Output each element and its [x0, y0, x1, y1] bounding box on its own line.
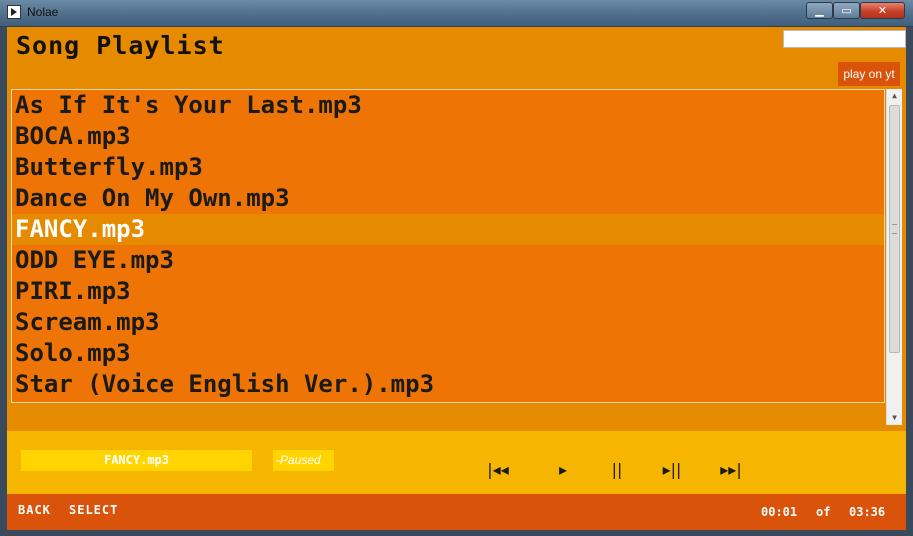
- footer-bar: BACK SELECT 00:01 of 03:36: [7, 494, 906, 530]
- search-input[interactable]: [783, 30, 906, 48]
- scroll-up-arrow-icon[interactable]: ▲: [887, 89, 902, 103]
- playlist-scrollbar[interactable]: ▲ ▼: [886, 89, 902, 425]
- playlist-item[interactable]: BOCA.mp3: [12, 121, 884, 152]
- player-bar: FANCY.mp3 -Paused |◂◂ ▸ || ▸|| ▸▸|: [7, 431, 906, 494]
- time-separator: of: [816, 505, 831, 519]
- select-button[interactable]: SELECT: [69, 503, 118, 517]
- playlist-listbox[interactable]: As If It's Your Last.mp3 BOCA.mp3 Butterfl…: [11, 89, 885, 403]
- playlist-item[interactable]: FANCY.mp3: [12, 214, 884, 245]
- next-track-button[interactable]: ▸▸|: [713, 459, 749, 481]
- minimize-button[interactable]: ▁: [806, 2, 833, 19]
- playlist-item[interactable]: As If It's Your Last.mp3: [12, 90, 884, 121]
- page-title: Song Playlist: [16, 31, 225, 60]
- now-playing-label: FANCY.mp3: [21, 450, 252, 471]
- playlist-item[interactable]: Solo.mp3: [12, 338, 884, 369]
- window-title: Nolae: [27, 5, 59, 19]
- playlist-item[interactable]: PIRI.mp3: [12, 276, 884, 307]
- play-pause-toggle-button[interactable]: ▸||: [657, 459, 687, 481]
- maximize-button[interactable]: ▭: [833, 2, 860, 19]
- total-time: 03:36: [849, 505, 886, 519]
- pause-button[interactable]: ||: [607, 459, 627, 481]
- play-on-yt-button[interactable]: play on yt: [838, 62, 900, 86]
- app-client-area: Song Playlist play on yt As If It's Your…: [7, 27, 906, 530]
- close-button[interactable]: ✕: [860, 2, 905, 19]
- scroll-down-arrow-icon[interactable]: ▼: [887, 411, 902, 425]
- app-icon: [7, 5, 21, 19]
- playlist-item[interactable]: ODD EYE.mp3: [12, 245, 884, 276]
- play-status-label: -Paused: [273, 450, 334, 471]
- playlist-item[interactable]: Star (Voice English Ver.).mp3: [12, 369, 884, 400]
- current-time: 00:01: [761, 505, 798, 519]
- back-button[interactable]: BACK: [18, 503, 51, 517]
- playlist-item[interactable]: Scream.mp3: [12, 307, 884, 338]
- playlist-area: As If It's Your Last.mp3 BOCA.mp3 Butterfl…: [11, 89, 902, 425]
- grip-icon: [892, 224, 897, 234]
- playlist-item[interactable]: Butterfly.mp3: [12, 152, 884, 183]
- play-button[interactable]: ▸: [553, 459, 573, 481]
- scroll-thumb[interactable]: [889, 105, 900, 353]
- playlist-item[interactable]: Dance On My Own.mp3: [12, 183, 884, 214]
- previous-track-button[interactable]: |◂◂: [481, 459, 515, 481]
- window-titlebar: Nolae ▁ ▭ ✕: [0, 0, 913, 27]
- header: Song Playlist play on yt: [7, 27, 906, 89]
